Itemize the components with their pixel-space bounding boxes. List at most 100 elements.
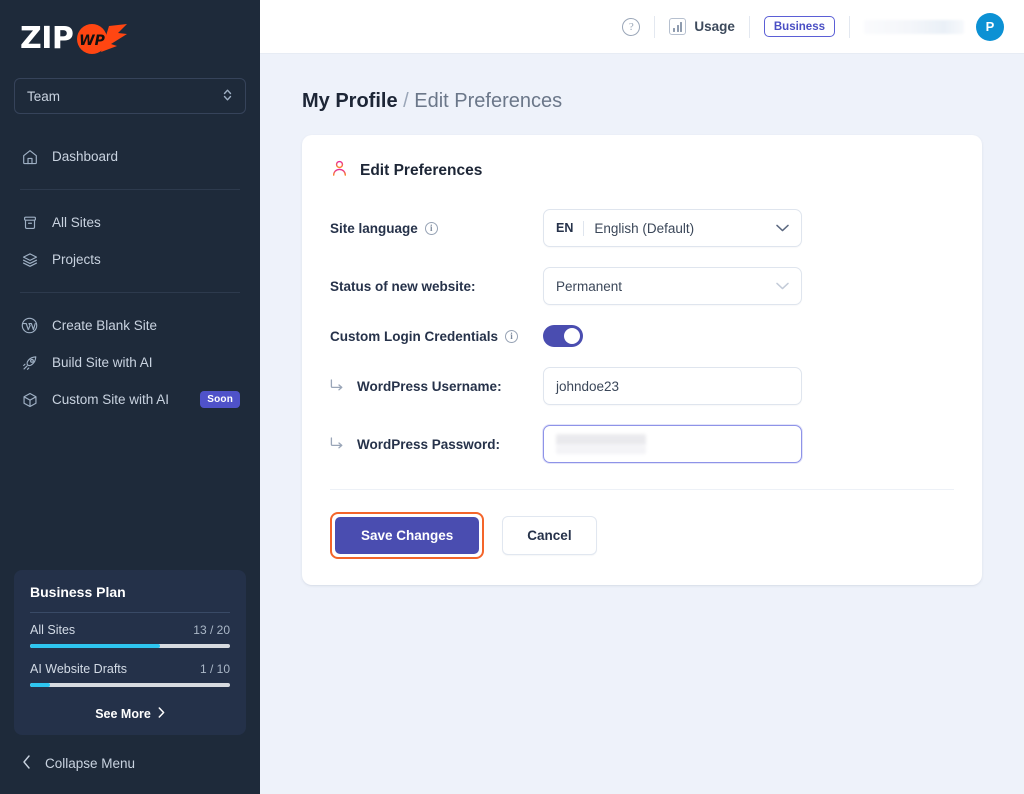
plan-divider [30,612,230,613]
top-bar: ? Usage Business P [260,0,1024,54]
team-selector[interactable]: Team [14,78,246,114]
info-icon[interactable]: i [505,330,518,343]
meter-value: 1 / 10 [200,662,230,676]
plan-badge[interactable]: Business [764,16,835,37]
field-wp-password: WordPress Password: [330,425,954,463]
wordpress-icon [20,316,39,335]
wp-username-input[interactable]: johndoe23 [543,367,802,405]
divider [583,221,584,236]
card-title: Edit Preferences [360,162,482,180]
status-label: Status of new website: [330,279,476,294]
sidebar-item-label: Custom Site with AI [52,392,169,407]
field-status-new-website: Status of new website: Permanent [330,267,954,305]
edit-preferences-card: Edit Preferences Site language i EN Engl… [302,135,982,585]
wp-password-input[interactable] [543,425,802,463]
logo-text: ZIP [20,24,73,54]
nav-group-main: Dashboard [0,132,260,181]
logo[interactable]: ZIP WP [0,0,260,62]
chevron-right-icon [158,707,165,721]
page-content: My Profile / Edit Preferences [260,54,1024,794]
toggle-knob [564,328,580,344]
sidebar-item-label: Build Site with AI [52,355,153,370]
nav-divider [20,292,240,293]
sidebar-nav: Dashboard All Sites [0,132,260,424]
cancel-button[interactable]: Cancel [502,516,596,555]
avatar[interactable]: P [976,13,1004,41]
card-actions: Save Changes Cancel [330,512,954,559]
collapse-menu-button[interactable]: Collapse Menu [0,735,260,794]
divider [749,16,750,38]
sidebar-item-all-sites[interactable]: All Sites [0,204,260,241]
plan-meter-ai-drafts: AI Website Drafts 1 / 10 [30,662,230,687]
nav-group-create: Create Blank Site Build Site with AI [0,301,260,424]
card-header: Edit Preferences [330,159,954,183]
plan-title: Business Plan [30,584,230,600]
breadcrumb-current: Edit Preferences [414,90,562,112]
main-area: ? Usage Business P My Profile / Edit Pre… [260,0,1024,794]
plan-meter-all-sites: All Sites 13 / 20 [30,623,230,648]
field-site-language: Site language i EN English (Default) [330,209,954,247]
meter-label: AI Website Drafts [30,662,127,676]
sidebar-item-dashboard[interactable]: Dashboard [0,138,260,175]
sidebar-item-label: All Sites [52,215,101,230]
site-language-select[interactable]: EN English (Default) [543,209,802,247]
field-custom-login-credentials: Custom Login Credentials i [330,325,954,347]
status-badge-soon: Soon [200,391,240,408]
wp-username-value: johndoe23 [556,379,619,394]
custom-login-label: Custom Login Credentials [330,329,498,344]
app-root: ZIP WP Team [0,0,1024,794]
redacted-password-value [556,434,646,454]
nav-group-sites: All Sites Projects [0,198,260,284]
site-language-label: Site language [330,221,418,236]
sidebar-item-label: Create Blank Site [52,318,157,333]
chevron-down-icon [776,222,789,234]
progress-fill [30,644,160,648]
sidebar-item-create-blank-site[interactable]: Create Blank Site [0,307,260,344]
info-icon[interactable]: i [425,222,438,235]
usage-button[interactable]: Usage [669,18,735,35]
question-circle-icon[interactable]: ? [622,18,640,36]
breadcrumb-root: My Profile [302,90,398,112]
status-select[interactable]: Permanent [543,267,802,305]
sidebar-item-build-site-with-ai[interactable]: Build Site with AI [0,344,260,381]
chevron-updown-icon [222,87,233,106]
language-code: EN [556,221,573,235]
sidebar-item-label: Dashboard [52,149,118,164]
sidebar-item-projects[interactable]: Projects [0,241,260,278]
field-wp-username: WordPress Username: johndoe23 [330,367,954,405]
card-divider [330,489,954,490]
arrow-turn-down-right-icon [330,437,344,452]
field-label: Status of new website: [330,279,543,294]
plan-widget: Business Plan All Sites 13 / 20 AI Websi… [14,570,246,735]
archive-box-icon [20,213,39,232]
sidebar-item-custom-site-with-ai[interactable]: Custom Site with AI Soon [0,381,260,418]
usage-label: Usage [694,19,735,34]
divider [849,16,850,38]
meter-label: All Sites [30,623,75,637]
status-value: Permanent [556,279,622,294]
progress-track [30,644,230,648]
see-more-label: See More [95,707,151,721]
home-icon [20,147,39,166]
wp-username-label: WordPress Username: [357,379,502,394]
team-selector-label: Team [27,89,60,104]
save-button[interactable]: Save Changes [335,517,479,554]
rocket-icon [20,353,39,372]
redacted-account-name [864,20,964,34]
logo-wp-badge: WP [71,22,129,56]
custom-login-toggle[interactable] [543,325,583,347]
field-label: Custom Login Credentials i [330,329,543,344]
bar-chart-icon [669,18,686,35]
field-label: Site language i [330,221,543,236]
see-more-button[interactable]: See More [30,701,230,725]
chevron-left-icon [22,755,31,772]
chevron-down-icon [776,280,789,292]
user-icon [330,159,349,183]
progress-track [30,683,230,687]
field-label: WordPress Password: [330,437,543,452]
svg-text:WP: WP [80,33,106,49]
collapse-menu-label: Collapse Menu [45,756,135,771]
progress-fill [30,683,50,687]
language-value: English (Default) [594,221,694,236]
sidebar-item-label: Projects [52,252,101,267]
